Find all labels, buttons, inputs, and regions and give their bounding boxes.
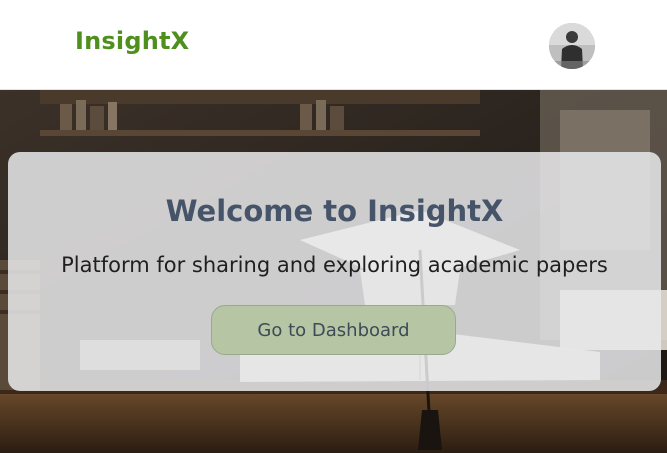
user-avatar-icon[interactable]: [549, 23, 595, 69]
welcome-subtitle: Platform for sharing and exploring acade…: [61, 253, 608, 277]
welcome-title: Welcome to InsightX: [165, 194, 504, 228]
go-to-dashboard-button[interactable]: Go to Dashboard: [211, 305, 456, 355]
page: InsightX Welcome to InsightX Platform fo…: [0, 0, 667, 453]
hero-section: Welcome to InsightX Platform for sharing…: [0, 90, 667, 453]
welcome-card: Welcome to InsightX Platform for sharing…: [8, 152, 661, 391]
top-nav: InsightX: [0, 0, 667, 90]
brand-logo[interactable]: InsightX: [75, 27, 189, 55]
